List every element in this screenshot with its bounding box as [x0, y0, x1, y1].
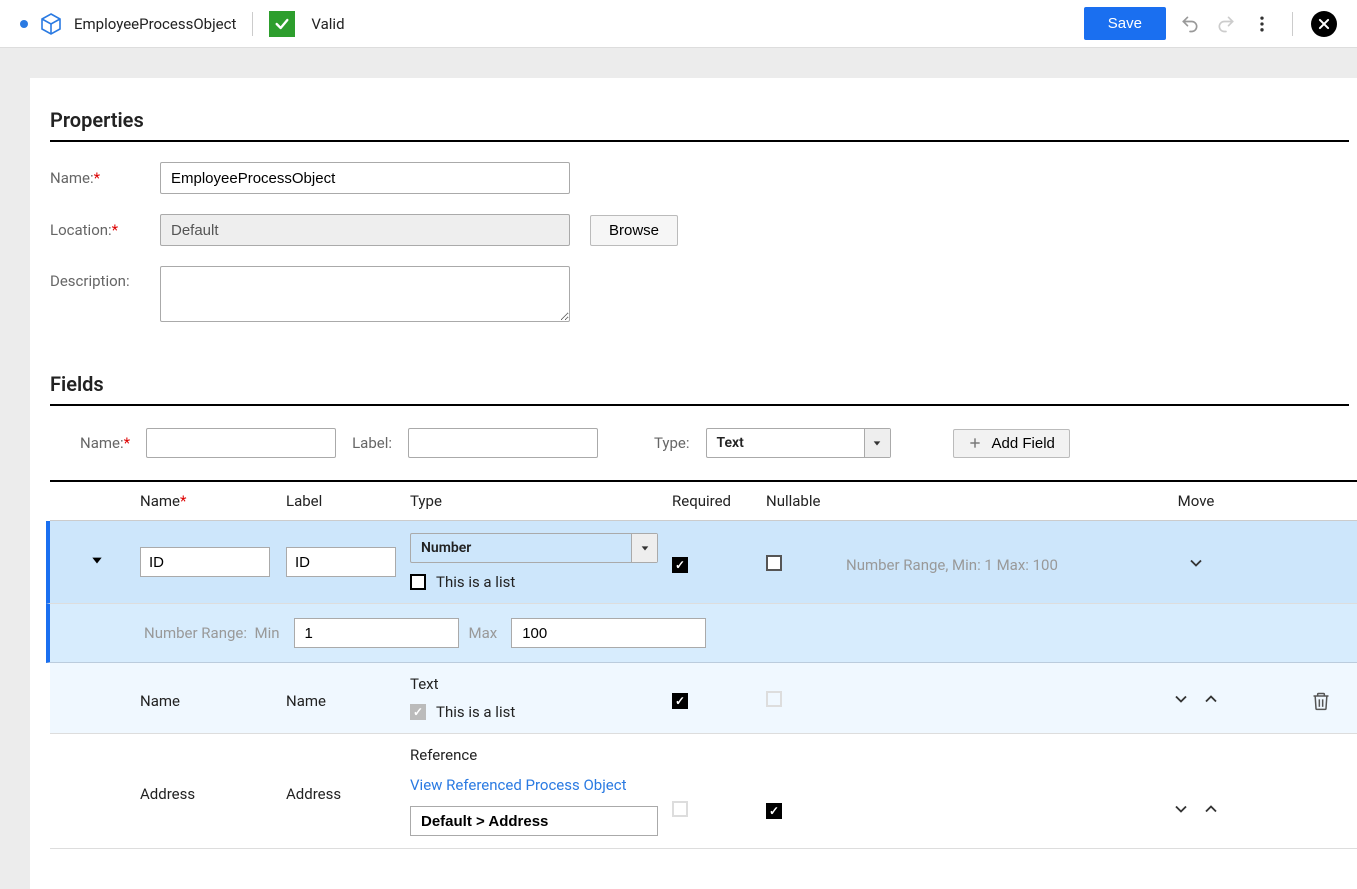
field-type: Reference	[410, 746, 672, 764]
valid-badge-icon	[269, 11, 295, 37]
name-label-text: Name:	[50, 169, 94, 187]
name-input[interactable]	[160, 162, 570, 194]
save-button[interactable]: Save	[1084, 7, 1166, 40]
is-list-checkbox[interactable]	[410, 574, 426, 590]
field-type-value: Number	[411, 534, 631, 562]
properties-section-title: Properties	[50, 98, 1349, 142]
move-down-icon[interactable]	[1186, 553, 1206, 577]
required-star-icon: *	[124, 434, 130, 452]
plus-icon	[968, 436, 982, 450]
redo-icon[interactable]	[1214, 12, 1238, 36]
move-down-icon[interactable]	[1171, 689, 1191, 713]
newfield-name-input[interactable]	[146, 428, 336, 458]
max-label: Max	[469, 624, 498, 642]
top-bar: EmployeeProcessObject Valid Save	[0, 0, 1357, 48]
nullable-checkbox[interactable]	[766, 555, 782, 571]
col-type: Type	[410, 492, 672, 510]
delete-icon[interactable]	[1286, 690, 1356, 712]
field-label: Address	[286, 785, 341, 803]
move-up-icon[interactable]	[1201, 799, 1221, 823]
is-list-checkbox	[410, 704, 426, 720]
newfield-label-label: Label:	[352, 434, 392, 452]
number-range-label-text: Number Range:	[144, 624, 247, 642]
required-star-icon: *	[112, 221, 118, 239]
more-menu-icon[interactable]	[1250, 12, 1274, 36]
expand-toggle-icon[interactable]	[50, 553, 104, 567]
reference-path-input[interactable]	[410, 806, 658, 836]
newfield-label-input[interactable]	[408, 428, 598, 458]
field-name: Address	[140, 785, 195, 803]
col-nullable: Nullable	[766, 492, 846, 510]
field-name: Name	[140, 692, 180, 710]
newfield-name-label-text: Name:	[80, 434, 124, 452]
location-input	[160, 214, 570, 246]
close-button[interactable]	[1311, 11, 1337, 37]
newfield-type-label: Type:	[654, 434, 690, 452]
unsaved-indicator-dot	[20, 20, 28, 28]
newfield-type-select[interactable]: Text	[706, 428, 891, 458]
add-field-label: Add Field	[992, 435, 1055, 452]
object-name: EmployeeProcessObject	[74, 15, 236, 33]
view-referenced-link[interactable]: View Referenced Process Object	[410, 776, 672, 794]
description-textarea[interactable]	[160, 266, 570, 322]
field-row-id[interactable]: Number This is a list	[46, 521, 1357, 604]
valid-label: Valid	[311, 15, 344, 33]
add-field-button[interactable]: Add Field	[953, 429, 1070, 458]
is-list-label: This is a list	[436, 703, 515, 721]
field-label: Name	[286, 692, 326, 710]
nullable-checkbox[interactable]	[766, 803, 782, 819]
required-star-icon: *	[180, 492, 186, 510]
move-down-icon[interactable]	[1171, 799, 1191, 823]
col-required: Required	[672, 492, 766, 510]
gray-band	[30, 48, 1357, 78]
col-label: Label	[286, 492, 410, 510]
newfield-type-value: Text	[707, 429, 864, 457]
field-row-address[interactable]: Address Address Reference View Reference…	[50, 734, 1357, 849]
location-label: Location:*	[50, 221, 140, 239]
browse-button[interactable]: Browse	[590, 215, 678, 246]
col-name-label: Name	[140, 492, 180, 510]
required-checkbox[interactable]	[672, 557, 688, 573]
min-input[interactable]	[294, 618, 459, 648]
field-type: Text	[410, 675, 672, 693]
divider	[252, 12, 253, 36]
fields-table-header: Name* Label Type Required Nullable Move	[50, 482, 1357, 521]
field-row-id-range: Number Range: Min Max	[46, 604, 1357, 663]
fields-section-title: Fields	[50, 362, 1349, 406]
location-label-text: Location:	[50, 221, 112, 239]
dropdown-arrow-icon	[864, 429, 890, 457]
nullable-checkbox[interactable]	[766, 691, 782, 707]
field-name-input[interactable]	[140, 547, 270, 577]
field-info: Number Range, Min: 1 Max: 100	[846, 556, 1058, 574]
divider	[1292, 12, 1293, 36]
max-input[interactable]	[511, 618, 706, 648]
required-checkbox[interactable]	[672, 693, 688, 709]
undo-icon[interactable]	[1178, 12, 1202, 36]
newfield-name-label: Name:*	[80, 434, 130, 452]
min-label: Min	[254, 624, 279, 642]
col-move: Move	[1106, 492, 1286, 510]
is-list-label: This is a list	[436, 573, 515, 591]
col-name: Name*	[140, 492, 286, 510]
dropdown-arrow-icon	[631, 534, 657, 562]
fields-table: Name* Label Type Required Nullable Move	[50, 480, 1357, 849]
required-star-icon: *	[94, 169, 100, 187]
field-type-select[interactable]: Number	[410, 533, 658, 563]
field-label-input[interactable]	[286, 547, 396, 577]
description-label: Description:	[50, 266, 140, 290]
move-up-icon[interactable]	[1201, 689, 1221, 713]
field-row-name[interactable]: Name Name Text This is a list	[50, 663, 1357, 734]
name-label: Name:*	[50, 169, 140, 187]
number-range-label: Number Range: Min	[144, 624, 280, 642]
process-object-icon	[38, 11, 64, 37]
required-checkbox[interactable]	[672, 801, 688, 817]
